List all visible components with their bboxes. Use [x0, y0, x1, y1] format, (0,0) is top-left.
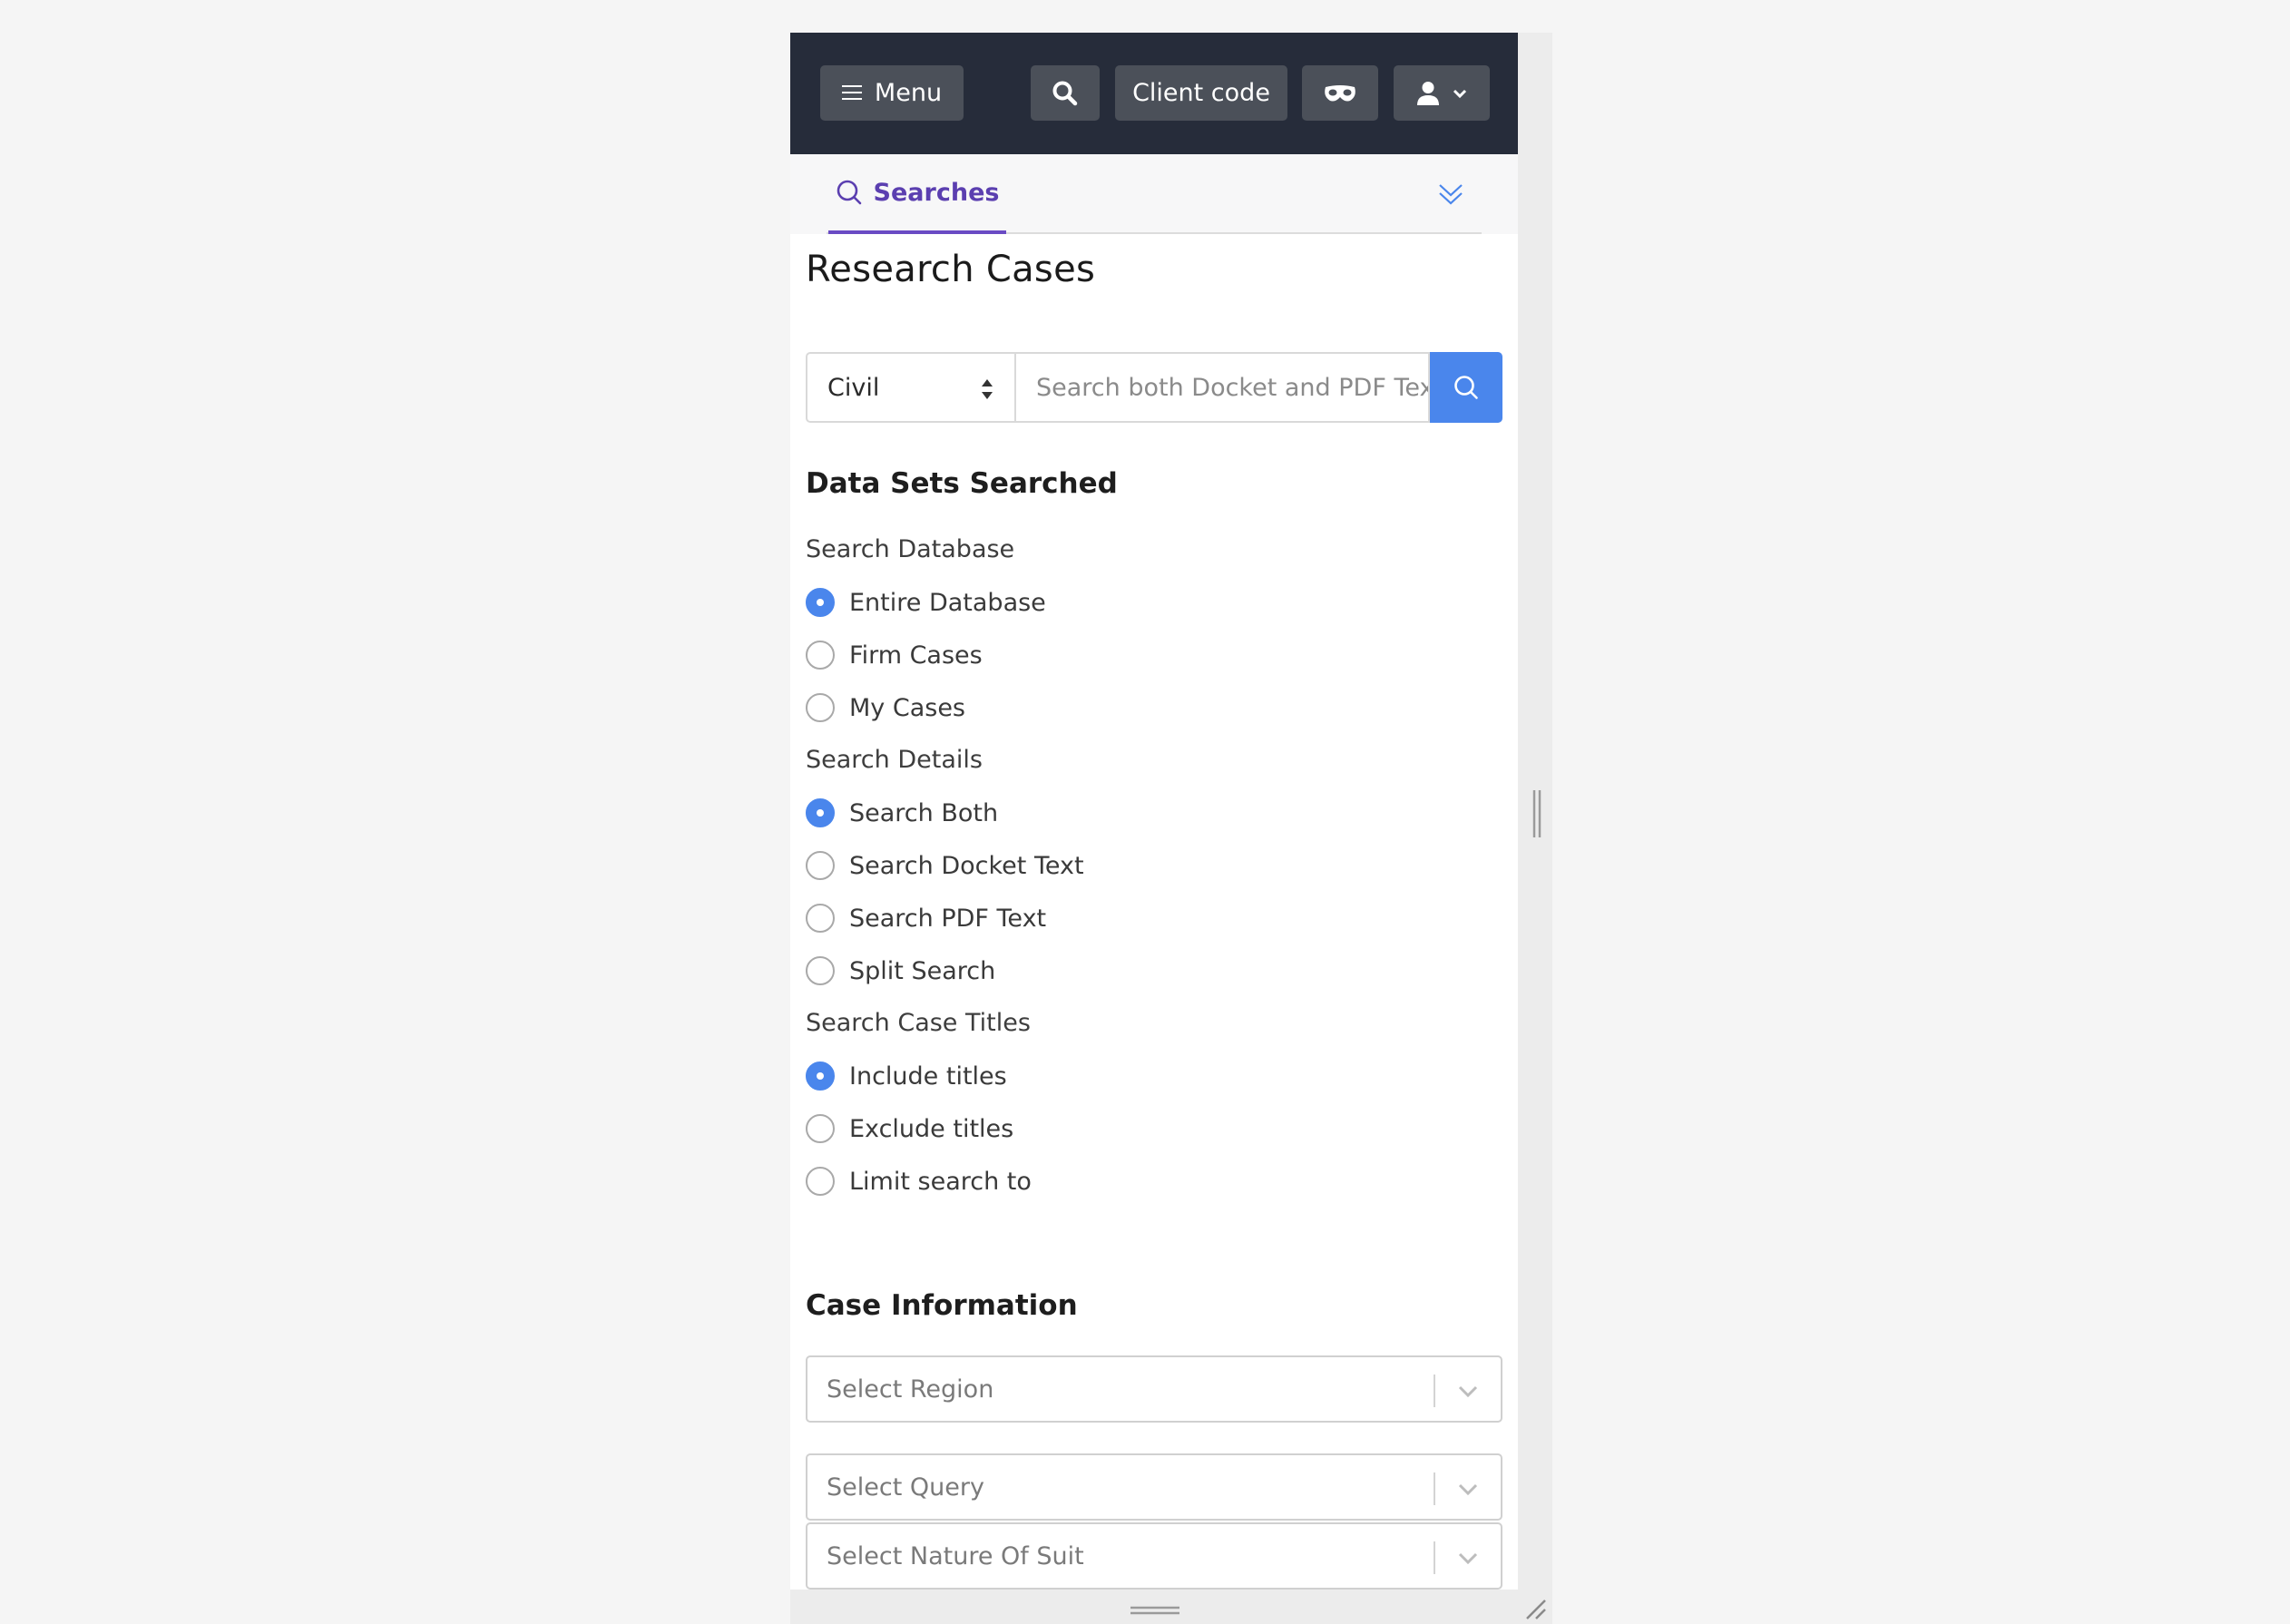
- radio-button[interactable]: [806, 904, 835, 933]
- menu-button[interactable]: Menu: [820, 65, 964, 121]
- radio-button[interactable]: [806, 693, 835, 722]
- radio-label: Search Both: [849, 798, 999, 827]
- select-region-dropdown[interactable]: Select Region: [806, 1355, 1502, 1423]
- tab-searches-label: Searches: [873, 178, 1000, 207]
- chevron-down-icon: [1458, 1483, 1478, 1496]
- menu-button-label: Menu: [874, 79, 943, 107]
- radio-label: Entire Database: [849, 588, 1046, 617]
- hamburger-icon: [841, 85, 862, 101]
- radio-label: Firm Cases: [849, 641, 983, 670]
- radio-include-titles[interactable]: Include titles: [806, 1058, 1007, 1094]
- search-details-label: Search Details: [806, 746, 983, 774]
- vertical-resize-handle[interactable]: [1532, 790, 1542, 837]
- radio-exclude-titles[interactable]: Exclude titles: [806, 1110, 1013, 1147]
- dropdown-placeholder: Select Nature Of Suit: [827, 1541, 1084, 1570]
- mask-icon: [1325, 84, 1355, 101]
- radio-split-search[interactable]: Split Search: [806, 953, 995, 989]
- incognito-button[interactable]: [1302, 65, 1378, 121]
- horizontal-resize-handle[interactable]: [1130, 1605, 1179, 1616]
- radio-button[interactable]: [806, 588, 835, 617]
- user-menu-button[interactable]: [1394, 65, 1490, 121]
- case-type-select[interactable]: Civil: [806, 352, 1014, 423]
- app-window: Menu Client code Searches Research Cases…: [790, 33, 1518, 1590]
- dropdown-placeholder: Select Query: [827, 1472, 984, 1502]
- chevron-down-icon: [1458, 1385, 1478, 1398]
- case-information-heading: Case Information: [806, 1289, 1078, 1322]
- select-query-dropdown[interactable]: Select Query: [806, 1453, 1502, 1521]
- radio-label: Split Search: [849, 956, 996, 985]
- chevron-down-icon: [1453, 89, 1467, 98]
- radio-button[interactable]: [806, 1061, 835, 1091]
- select-nature-of-suit-dropdown[interactable]: Select Nature Of Suit: [806, 1522, 1502, 1590]
- search-button[interactable]: [1031, 65, 1100, 121]
- radio-button[interactable]: [806, 1114, 835, 1143]
- chevron-down-icon: [1458, 1552, 1478, 1565]
- search-bar: Civil: [806, 352, 1502, 423]
- radio-label: Search Docket Text: [849, 851, 1084, 880]
- tab-searches[interactable]: Searches: [828, 154, 1006, 234]
- user-icon: [1417, 81, 1439, 105]
- client-code-button[interactable]: Client code: [1115, 65, 1287, 121]
- search-icon: [837, 180, 861, 205]
- radio-button[interactable]: [806, 641, 835, 670]
- case-type-value: Civil: [827, 373, 880, 402]
- device-frame: Menu Client code Searches Research Cases…: [790, 33, 1552, 1624]
- radio-button[interactable]: [806, 1167, 835, 1196]
- dropdown-separator: [1434, 1472, 1435, 1505]
- radio-label: Limit search to: [849, 1167, 1032, 1196]
- search-input[interactable]: [1014, 352, 1430, 423]
- page-title: Research Cases: [806, 249, 1096, 290]
- radio-entire-database[interactable]: Entire Database: [806, 584, 1046, 621]
- client-code-label: Client code: [1132, 79, 1270, 107]
- search-submit-button[interactable]: [1430, 352, 1502, 423]
- data-sets-heading: Data Sets Searched: [806, 467, 1118, 500]
- radio-label: My Cases: [849, 693, 965, 722]
- top-navbar: Menu Client code: [790, 33, 1518, 154]
- radio-label: Search PDF Text: [849, 904, 1047, 933]
- radio-button[interactable]: [806, 798, 835, 827]
- search-case-titles-label: Search Case Titles: [806, 1009, 1031, 1037]
- radio-label: Include titles: [849, 1061, 1007, 1091]
- radio-limit-search-to[interactable]: Limit search to: [806, 1163, 1032, 1199]
- double-chevron-down-icon: [1439, 184, 1463, 205]
- radio-button[interactable]: [806, 956, 835, 985]
- resize-corner-icon[interactable]: [1523, 1597, 1547, 1620]
- radio-search-both[interactable]: Search Both: [806, 795, 998, 831]
- radio-my-cases[interactable]: My Cases: [806, 690, 965, 726]
- radio-search-docket-text[interactable]: Search Docket Text: [806, 847, 1084, 884]
- radio-label: Exclude titles: [849, 1114, 1014, 1143]
- dropdown-placeholder: Select Region: [827, 1375, 994, 1404]
- radio-search-pdf-text[interactable]: Search PDF Text: [806, 900, 1046, 936]
- search-database-label: Search Database: [806, 535, 1015, 563]
- expand-tabs-button[interactable]: [1434, 176, 1467, 212]
- dropdown-separator: [1434, 1375, 1435, 1407]
- radio-button[interactable]: [806, 851, 835, 880]
- dropdown-separator: [1434, 1541, 1435, 1574]
- radio-firm-cases[interactable]: Firm Cases: [806, 637, 983, 673]
- search-icon: [1052, 81, 1078, 105]
- select-arrows-icon: [982, 379, 993, 399]
- search-icon: [1454, 376, 1478, 399]
